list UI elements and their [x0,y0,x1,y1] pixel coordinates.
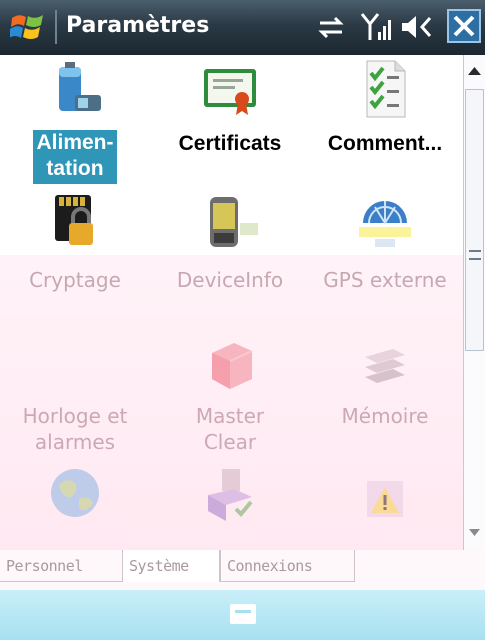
settings-grid: Alimen- tation Certificats Comment... Cr… [0,55,463,550]
windows-start-icon[interactable] [10,10,46,44]
warning-icon [367,481,403,517]
tab-personnel[interactable]: Personnel [0,550,123,582]
title-bar: Paramètres [0,0,485,55]
scroll-up-icon[interactable] [464,55,485,87]
signal-icon[interactable] [360,12,394,42]
tab-connexions[interactable]: Connexions [220,550,355,582]
volume-icon[interactable] [400,12,438,42]
item-screen[interactable] [155,463,305,550]
item-horloge-alarmes[interactable]: Horloge et alarmes [0,335,150,465]
item-gps-externe[interactable]: GPS externe [310,193,460,293]
close-icon [453,15,475,37]
master-clear-icon [212,343,253,389]
item-label: Horloge et alarmes [22,404,128,454]
battery-icon [59,62,101,111]
scroll-down-icon[interactable] [464,517,485,549]
globe-icon [51,469,99,517]
vertical-scrollbar[interactable] [463,55,485,550]
item-master-clear[interactable]: Master Clear [155,335,305,465]
keyboard-icon[interactable] [230,604,256,624]
gps-icon [359,201,411,247]
item-label: Comment... [327,132,443,155]
item-deviceinfo[interactable]: DeviceInfo [155,193,305,293]
item-regional[interactable] [0,463,150,550]
item-alimentation[interactable]: Alimen- tation [0,55,150,190]
grip-icon [469,250,481,260]
data-sync-icon[interactable] [314,12,348,42]
device-icon [210,197,258,247]
item-label: Cryptage [29,268,121,292]
item-certificats[interactable]: Certificats [155,55,305,190]
title-separator [55,10,57,44]
item-label: GPS externe [323,268,447,292]
checklist-icon [366,60,406,118]
menu-bar [0,590,485,640]
item-warning[interactable] [310,463,460,550]
item-label: Mémoire [341,404,429,428]
scroll-thumb[interactable] [465,89,484,351]
encryption-icon [55,195,93,245]
item-memoire[interactable]: Mémoire [310,335,460,465]
item-label-selected: Alimen- tation [33,130,117,184]
tab-systeme[interactable]: Système [123,550,220,582]
close-button[interactable] [447,9,481,43]
item-commentaires[interactable]: Comment... [310,55,460,190]
window-title: Paramètres [66,13,210,38]
item-label: DeviceInfo [176,268,284,292]
memory-icon [365,349,405,383]
certificate-icon [204,69,256,115]
item-cryptage[interactable]: Cryptage [0,193,150,293]
item-label: Certificats [178,132,282,155]
item-label: Master Clear [195,404,265,454]
tab-bar: Personnel Système Connexions [0,550,485,590]
screen-icon [208,469,253,521]
